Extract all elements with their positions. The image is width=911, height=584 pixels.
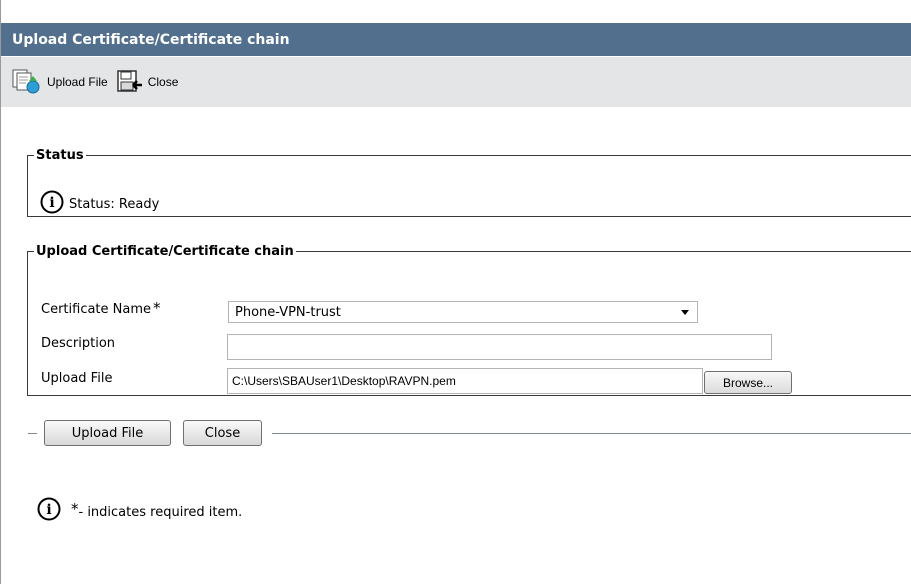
close-button[interactable]: Close <box>183 420 262 446</box>
status-row: i Status: Ready <box>40 190 159 218</box>
required-note-text: *- indicates required item. <box>71 500 243 520</box>
required-note-body: - indicates required item. <box>78 505 243 520</box>
certificate-name-label-text: Certificate Name <box>41 302 152 317</box>
upload-certificate-legend: Upload Certificate/Certificate chain <box>36 244 294 259</box>
description-label: Description <box>41 336 116 351</box>
upload-file-icon <box>11 69 43 95</box>
certificate-name-select[interactable]: Phone-VPN-trust <box>228 301 698 323</box>
upload-certificate-section: Upload Certificate/Certificate chain Cer… <box>27 244 911 396</box>
toolbar-upload-file-label: Upload File <box>47 75 108 89</box>
upload-file-path-input[interactable]: C:\Users\SBAUser1\Desktop\RAVPN.pem <box>227 368 703 394</box>
browse-button[interactable]: Browse... <box>704 371 792 394</box>
close-save-icon <box>116 69 144 95</box>
action-divider-left <box>28 433 37 434</box>
upload-file-button[interactable]: Upload File <box>44 420 171 446</box>
required-star: * <box>153 299 161 317</box>
page-title: Upload Certificate/Certificate chain <box>1 23 911 56</box>
toolbar-close-label: Close <box>147 75 179 89</box>
svg-text:i: i <box>49 195 54 211</box>
toolbar-close-button[interactable]: Close <box>116 69 179 95</box>
status-section: Status i Status: Ready <box>27 148 911 217</box>
info-icon: i <box>37 497 61 525</box>
toolbar: Upload File Close <box>1 57 911 107</box>
chevron-down-icon <box>681 310 689 315</box>
description-input[interactable] <box>227 334 772 360</box>
svg-text:i: i <box>46 502 51 518</box>
status-text: Status: Ready <box>69 196 160 212</box>
certificate-name-label: Certificate Name * <box>41 299 161 320</box>
required-note-star: * <box>71 500 79 518</box>
page-title-text: Upload Certificate/Certificate chain <box>12 31 290 48</box>
upload-file-label: Upload File <box>41 371 113 386</box>
status-legend: Status <box>36 148 84 163</box>
required-note: i *- indicates required item. <box>37 497 242 525</box>
action-divider-right <box>272 433 911 434</box>
info-icon: i <box>40 190 64 218</box>
certificate-name-value: Phone-VPN-trust <box>235 304 341 320</box>
toolbar-upload-file-button[interactable]: Upload File <box>11 69 108 95</box>
